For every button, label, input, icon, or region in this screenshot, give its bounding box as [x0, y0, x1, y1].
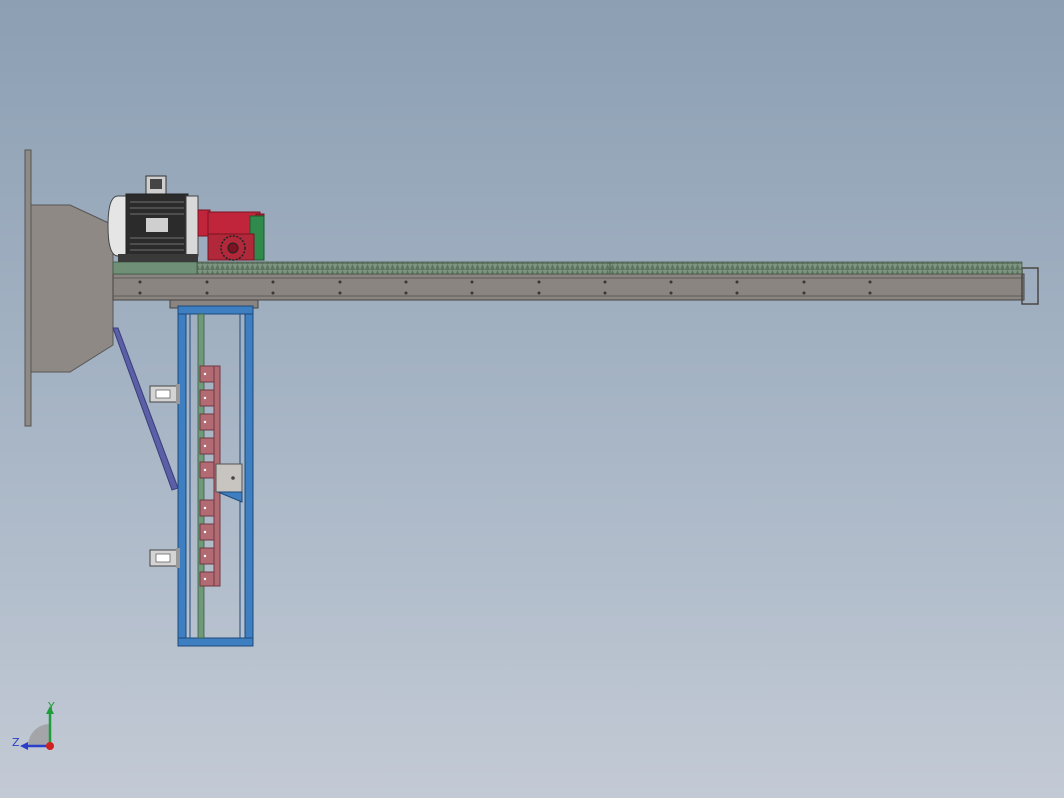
wall-plate[interactable]: [24, 149, 32, 427]
cylinder-lower[interactable]: [149, 548, 180, 568]
graphics-viewport[interactable]: Y Z: [0, 0, 1064, 798]
coordinate-triad[interactable]: Y Z: [12, 700, 55, 750]
triad-z-label: Z: [12, 736, 20, 749]
diagonal-brace[interactable]: [112, 327, 179, 491]
drive-gear[interactable]: [220, 235, 246, 261]
electric-motor[interactable]: [107, 175, 199, 262]
rack-start-section[interactable]: [112, 261, 198, 275]
hopper[interactable]: [30, 204, 114, 373]
cylinder-upper[interactable]: [149, 384, 180, 404]
triad-y-label: Y: [47, 700, 55, 713]
cad-model-view[interactable]: Y Z: [0, 0, 1064, 798]
x-axis-dot: [46, 742, 54, 750]
